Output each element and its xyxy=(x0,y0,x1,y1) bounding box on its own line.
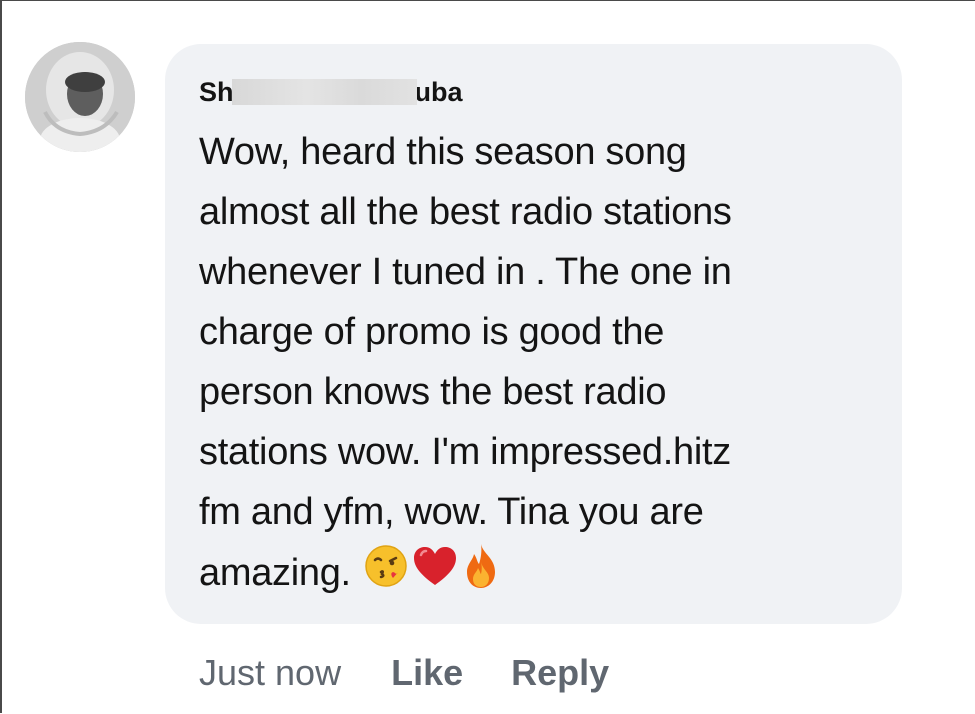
comment-timestamp[interactable]: Just now xyxy=(199,652,341,693)
author-name-start: Sh xyxy=(199,77,234,107)
comment-author[interactable]: Sh uba xyxy=(199,72,463,112)
comment-line: Wow, heard this season song xyxy=(199,131,687,173)
comment-line: charge of promo is good the xyxy=(199,311,665,353)
author-name-redacted xyxy=(231,78,417,105)
avatar-photo xyxy=(25,42,135,152)
red-heart-icon xyxy=(411,543,459,607)
face-blowing-kiss-icon xyxy=(363,543,409,607)
fire-icon xyxy=(461,542,501,608)
reply-button[interactable]: Reply xyxy=(511,652,609,693)
comment-actions: Just now Like Reply xyxy=(199,650,657,696)
comment-line: whenever I tuned in . The one in xyxy=(199,251,732,293)
comment-line: amazing. xyxy=(199,552,351,595)
comment-line: person knows the best radio xyxy=(199,371,667,413)
comment-line: stations wow. I'm impressed.hitz xyxy=(199,431,731,473)
like-button[interactable]: Like xyxy=(391,652,463,693)
comment-text: Wow, heard this season song almost all t… xyxy=(199,122,889,608)
comment-line: fm and yfm, wow. Tina you are xyxy=(199,491,704,533)
avatar[interactable] xyxy=(25,42,135,152)
comment-last-line: amazing. xyxy=(199,542,889,608)
comment-line: almost all the best radio stations xyxy=(199,191,732,233)
author-name-end: uba xyxy=(414,77,463,107)
